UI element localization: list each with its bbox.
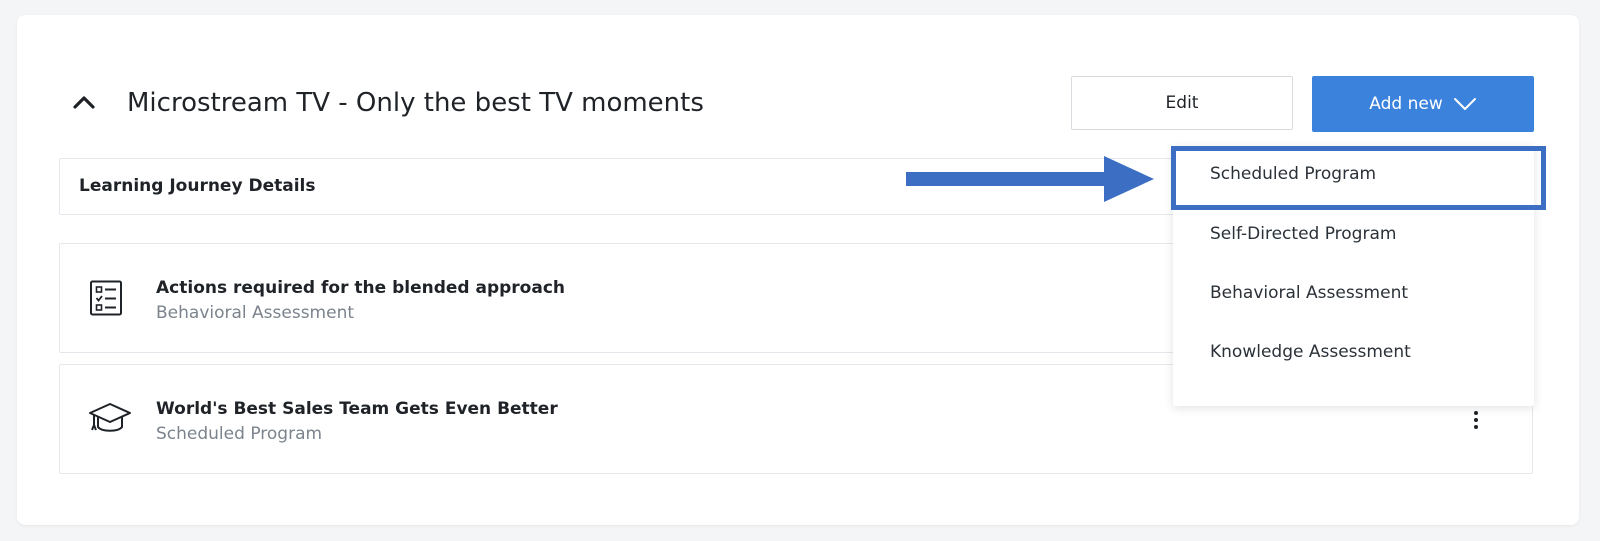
item-subtitle: Behavioral Assessment (156, 303, 355, 323)
menu-item-scheduled-program[interactable]: Scheduled Program (1173, 146, 1534, 202)
item-title: World's Best Sales Team Gets Even Better (156, 399, 558, 419)
add-new-button[interactable]: Add new (1312, 76, 1534, 132)
add-new-dropdown-menu: Scheduled Program Self-Directed Program … (1173, 146, 1534, 406)
edit-button[interactable]: Edit (1071, 76, 1293, 130)
edit-button-label: Edit (1165, 93, 1199, 113)
section-label: Learning Journey Details (79, 176, 316, 196)
menu-item-self-directed-program[interactable]: Self-Directed Program (1173, 206, 1534, 262)
item-subtitle: Scheduled Program (156, 424, 323, 444)
more-options-icon[interactable] (1468, 406, 1484, 434)
add-new-button-label: Add new (1369, 94, 1443, 114)
kebab-dot (1474, 425, 1478, 429)
menu-item-knowledge-assessment[interactable]: Knowledge Assessment (1173, 324, 1534, 380)
menu-item-behavioral-assessment[interactable]: Behavioral Assessment (1173, 265, 1534, 321)
graduation-cap-icon (89, 403, 131, 432)
page-title: Microstream TV - Only the best TV moment… (127, 88, 704, 118)
checklist-icon (90, 280, 122, 316)
item-title: Actions required for the blended approac… (156, 278, 566, 298)
chevron-down-icon (1453, 98, 1476, 110)
kebab-dot (1474, 411, 1478, 415)
kebab-dot (1474, 418, 1478, 422)
collapse-chevron-up-icon[interactable] (70, 88, 98, 116)
